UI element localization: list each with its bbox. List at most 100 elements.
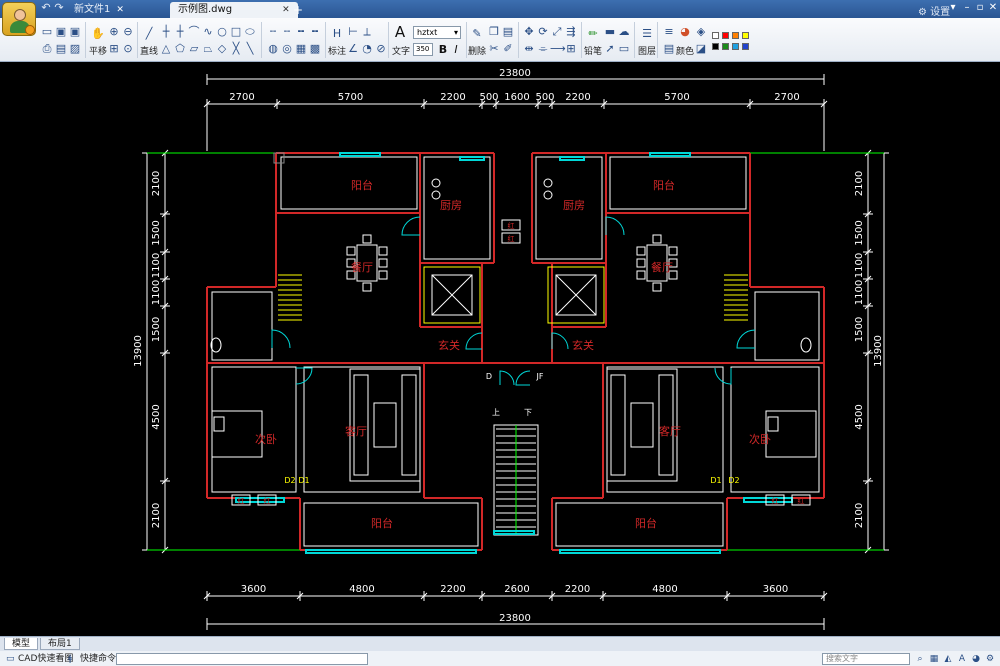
trim-icon[interactable]: ⌯ bbox=[536, 42, 550, 56]
lineweight-icon[interactable]: ≡ bbox=[662, 25, 676, 39]
measure-icon[interactable]: ◭ bbox=[942, 653, 954, 665]
layers-icon[interactable]: ☰ bbox=[640, 27, 654, 41]
color-wheel-icon[interactable]: ◕ bbox=[970, 653, 982, 665]
app-logo[interactable] bbox=[2, 2, 36, 36]
dim-angle-icon[interactable]: ∠ bbox=[346, 42, 360, 56]
array-icon[interactable]: ⊞ bbox=[564, 42, 578, 56]
search-input[interactable]: 搜索文字 bbox=[822, 653, 910, 665]
offset-icon[interactable]: ⇶ bbox=[564, 25, 578, 39]
rotate-icon[interactable]: ⟳ bbox=[536, 25, 550, 39]
dim-radius-icon[interactable]: ◔ bbox=[360, 42, 374, 56]
print-icon[interactable]: ⎙ bbox=[40, 42, 54, 56]
line-icon[interactable]: ╱ bbox=[142, 27, 156, 41]
extend-icon[interactable]: ⟶ bbox=[550, 42, 566, 56]
image-icon[interactable]: ▨ bbox=[68, 42, 82, 56]
triangle-icon[interactable]: △ bbox=[159, 42, 173, 56]
dim-aligned-icon[interactable]: ⟂ bbox=[360, 25, 374, 39]
polyline-icon[interactable]: ┼ bbox=[159, 25, 173, 39]
bold-button[interactable]: B bbox=[436, 43, 450, 57]
scale-icon[interactable]: ⤢ bbox=[550, 25, 564, 39]
drawing-canvas[interactable]: 23800 2700 5700 2200 500 1600 500 2200 5700 2700 3… bbox=[0, 63, 1000, 636]
zoom-extents-icon[interactable]: ⊙ bbox=[121, 42, 135, 56]
dim-linear-icon[interactable]: ⊢ bbox=[346, 25, 360, 39]
close-icon[interactable]: ✕ bbox=[282, 5, 290, 15]
dash-line-icon[interactable]: ╌ bbox=[266, 25, 280, 39]
close-icon[interactable]: ✕ bbox=[986, 1, 1000, 15]
pencil-icon[interactable]: ✏ bbox=[586, 27, 600, 41]
command-input[interactable] bbox=[116, 653, 368, 665]
color-swatch-blue[interactable] bbox=[742, 43, 749, 50]
undo-icon[interactable]: ↶ bbox=[40, 2, 52, 14]
note-icon[interactable]: ▭ bbox=[617, 42, 631, 56]
arc-icon[interactable]: ⌒ bbox=[187, 25, 201, 39]
close-icon[interactable]: ✕ bbox=[116, 5, 124, 15]
xline-icon[interactable]: ┼ bbox=[173, 25, 187, 39]
cross-icon[interactable]: ╳ bbox=[229, 42, 243, 56]
color-swatch-green[interactable] bbox=[722, 43, 729, 50]
zoom-in-icon[interactable]: ⊕ bbox=[107, 25, 121, 39]
font-select[interactable]: hztxt ▾ bbox=[413, 26, 461, 39]
move-icon[interactable]: ✥ bbox=[522, 25, 536, 39]
rectangle-icon[interactable]: □ bbox=[229, 25, 243, 39]
dash-line-icon[interactable]: ╍ bbox=[308, 25, 322, 39]
dimension-icon[interactable]: H bbox=[330, 27, 344, 41]
open-icon[interactable]: ▭ bbox=[40, 25, 54, 39]
search-icon[interactable]: ⌕ bbox=[914, 653, 926, 665]
hatch-icon[interactable]: ◍ bbox=[266, 42, 280, 56]
dash-line-icon[interactable]: ╍ bbox=[294, 25, 308, 39]
trapezoid-icon[interactable]: ⏢ bbox=[201, 42, 215, 56]
italic-button[interactable]: I bbox=[449, 43, 463, 57]
redo-icon[interactable]: ↷ bbox=[53, 2, 65, 14]
pan-icon[interactable]: ✋ bbox=[91, 27, 105, 41]
save-icon[interactable]: ▣ bbox=[54, 25, 68, 39]
diagonal-icon[interactable]: ╲ bbox=[243, 42, 257, 56]
color-swatch-cyan[interactable] bbox=[732, 43, 739, 50]
dash-line-icon[interactable]: ╌ bbox=[280, 25, 294, 39]
grid-icon[interactable]: ▦ bbox=[928, 653, 940, 665]
quick-command-button[interactable]: ǂ 快捷命令 bbox=[66, 653, 116, 665]
arrow-icon[interactable]: ➚ bbox=[603, 42, 617, 56]
save-as-icon[interactable]: ▣ bbox=[68, 25, 82, 39]
tab-drawing[interactable]: 示例图.dwg ✕ bbox=[170, 2, 298, 18]
block-icon[interactable]: ▦ bbox=[294, 42, 308, 56]
ellipse-icon[interactable]: ⬭ bbox=[243, 25, 257, 39]
color-swatch-black[interactable] bbox=[712, 43, 719, 50]
color-swatch-red[interactable] bbox=[722, 32, 729, 39]
tab-model[interactable]: 模型 bbox=[4, 638, 39, 650]
circle-icon[interactable]: ○ bbox=[215, 25, 229, 39]
dim-diameter-icon[interactable]: ⊘ bbox=[374, 42, 388, 56]
palette-icon[interactable]: ◕ bbox=[678, 25, 692, 39]
linetype-icon[interactable]: ▤ bbox=[662, 42, 676, 56]
brush-icon[interactable]: ✐ bbox=[501, 42, 515, 56]
curve-icon[interactable]: ∿ bbox=[201, 25, 215, 39]
hatch-icon[interactable]: ◎ bbox=[280, 42, 294, 56]
text-icon[interactable]: A bbox=[393, 25, 407, 40]
add-tab-button[interactable]: + bbox=[291, 3, 305, 17]
menu-icon[interactable]: ▾ bbox=[946, 1, 960, 15]
zoom-out-icon[interactable]: ⊖ bbox=[121, 25, 135, 39]
color-swatch-yellow[interactable] bbox=[742, 32, 749, 39]
copy-icon[interactable]: ❐ bbox=[487, 25, 501, 39]
zoom-window-icon[interactable]: ⊞ bbox=[107, 42, 121, 56]
highlight-icon[interactable]: ▬ bbox=[603, 25, 617, 39]
mirror-icon[interactable]: ⇹ bbox=[522, 42, 536, 56]
text-size-icon[interactable]: A bbox=[956, 653, 968, 665]
region-icon[interactable]: ▩ bbox=[308, 42, 322, 56]
parallelogram-icon[interactable]: ▱ bbox=[187, 42, 201, 56]
shape-icon[interactable]: ◇ bbox=[215, 42, 229, 56]
eyedropper-icon[interactable]: ◈ bbox=[694, 25, 708, 39]
color-swatch-white[interactable] bbox=[712, 32, 719, 39]
minimize-icon[interactable]: – bbox=[960, 1, 974, 15]
tab-new-file[interactable]: 新文件1 ✕ bbox=[66, 2, 132, 18]
color-swatch-orange[interactable] bbox=[732, 32, 739, 39]
cut-icon[interactable]: ✂ bbox=[487, 42, 501, 56]
tab-layout1[interactable]: 布局1 bbox=[40, 638, 80, 650]
export-icon[interactable]: ▤ bbox=[54, 42, 68, 56]
pentagon-icon[interactable]: ⬠ bbox=[173, 42, 187, 56]
eraser-icon[interactable]: ✎ bbox=[470, 27, 484, 41]
paste-icon[interactable]: ▤ bbox=[501, 25, 515, 39]
size-select[interactable]: 350 bbox=[413, 43, 433, 56]
quick-view-button[interactable]: ▭ CAD快速看图 bbox=[4, 653, 73, 665]
fill-icon[interactable]: ◪ bbox=[694, 42, 708, 56]
maximize-icon[interactable]: ▫ bbox=[973, 1, 987, 15]
